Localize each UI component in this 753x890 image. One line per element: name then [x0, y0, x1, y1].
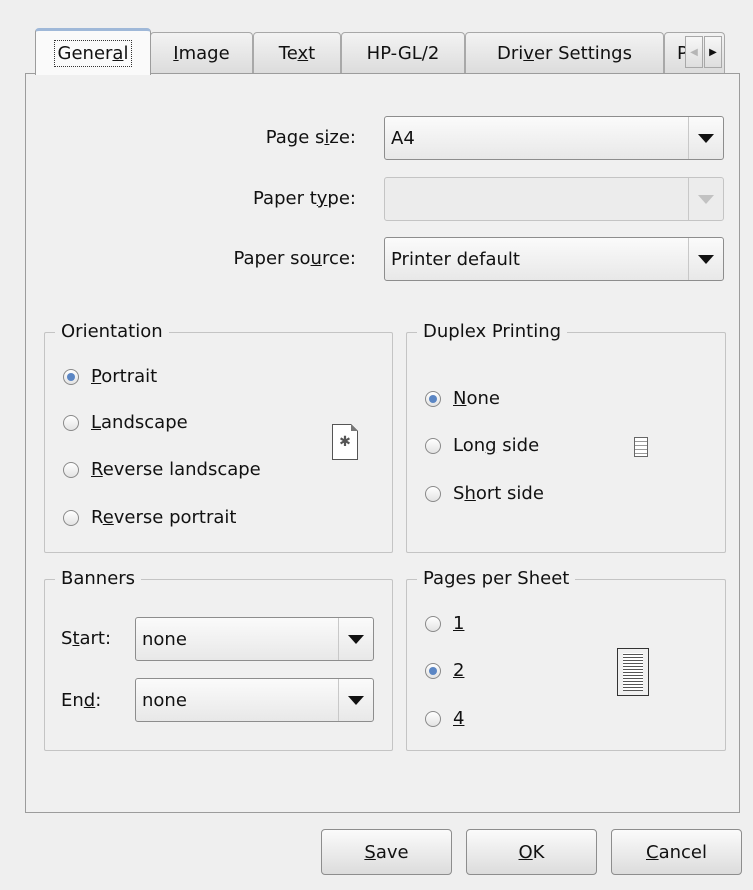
paper-type-select[interactable]	[384, 177, 724, 221]
radio-dot	[425, 437, 441, 454]
duplex-none-radio[interactable]: None	[425, 388, 500, 409]
ok-button-label: OK	[518, 841, 545, 863]
orientation-reverse-landscape-label: Reverse landscape	[91, 459, 261, 480]
general-tab-panel: Page size: A4 Paper type: Paper source: …	[25, 73, 740, 813]
orientation-group: Orientation Portrait Landscape Reverse l…	[44, 321, 393, 553]
tab-scroll-right-button[interactable]: ▶	[704, 36, 722, 68]
chevron-down-icon	[688, 238, 723, 280]
banner-end-select[interactable]: none	[135, 678, 374, 722]
page-size-value: A4	[391, 127, 415, 149]
chevron-right-icon: ▶	[709, 46, 717, 58]
pages-2-radio[interactable]: 2	[425, 660, 464, 681]
page-size-select[interactable]: A4	[384, 116, 724, 160]
orientation-portrait-radio[interactable]: Portrait	[63, 366, 157, 387]
duplex-printing-group: Duplex Printing None Long side Short sid…	[406, 321, 726, 553]
radio-dot	[425, 710, 441, 727]
duplex-none-label: None	[453, 388, 500, 409]
single-page-icon	[634, 437, 648, 457]
tab-bar: General Image Text HP-GL/2 Driver Settin…	[25, 28, 725, 75]
paper-source-value: Printer default	[391, 248, 520, 270]
pages-4-label: 4	[453, 708, 465, 729]
tab-hpgl2-label: HP-GL/2	[366, 42, 440, 64]
radio-dot	[425, 485, 441, 502]
tab-general[interactable]: General	[35, 28, 151, 75]
banners-title: Banners	[55, 568, 142, 589]
pages-4-radio[interactable]: 4	[425, 708, 464, 729]
banners-group: Banners Start: none End: none	[44, 568, 393, 751]
page-size-label: Page size:	[265, 127, 356, 148]
chevron-down-icon	[338, 618, 373, 660]
paper-source-select[interactable]: Printer default	[384, 237, 724, 281]
save-button-label: Save	[364, 841, 409, 863]
tab-scroll-left-button[interactable]: ◀	[685, 36, 703, 68]
pages-per-sheet-title: Pages per Sheet	[417, 568, 576, 589]
banner-start-label: Start:	[61, 628, 112, 649]
pages-1-radio[interactable]: 1	[425, 613, 464, 634]
chevron-down-icon	[338, 679, 373, 721]
duplex-short-side-label: Short side	[453, 483, 544, 504]
banner-end-value: none	[142, 689, 187, 711]
tab-text[interactable]: Text	[253, 32, 341, 73]
chevron-down-icon	[688, 178, 723, 220]
tab-image[interactable]: Image	[150, 32, 253, 73]
orientation-landscape-radio[interactable]: Landscape	[63, 412, 188, 433]
tab-hpgl2[interactable]: HP-GL/2	[341, 32, 465, 73]
orientation-reverse-portrait-radio[interactable]: Reverse portrait	[63, 507, 236, 528]
tab-driver-settings-label: Driver Settings	[497, 42, 632, 64]
radio-dot	[425, 615, 441, 632]
pages-per-sheet-icon	[617, 648, 649, 696]
radio-dot	[63, 461, 79, 478]
orientation-title: Orientation	[55, 321, 169, 342]
tab-image-label: Image	[173, 42, 230, 64]
banner-end-label: End:	[61, 690, 102, 711]
tab-driver-settings[interactable]: Driver Settings	[465, 32, 664, 73]
radio-dot	[425, 390, 441, 407]
tab-general-label: General	[53, 39, 133, 67]
duplex-short-side-radio[interactable]: Short side	[425, 483, 544, 504]
paper-source-label: Paper source:	[233, 248, 356, 269]
pages-per-sheet-group: Pages per Sheet 1 2 4	[406, 568, 726, 751]
banner-start-value: none	[142, 628, 187, 650]
radio-dot	[63, 509, 79, 526]
radio-dot	[425, 662, 441, 679]
chevron-left-icon: ◀	[690, 46, 698, 58]
radio-dot	[63, 368, 79, 385]
orientation-landscape-label: Landscape	[91, 412, 188, 433]
radio-dot	[63, 414, 79, 431]
portrait-page-icon: ✱	[332, 424, 358, 460]
tab-text-label: Text	[278, 42, 316, 64]
pages-2-label: 2	[453, 660, 465, 681]
pages-1-label: 1	[453, 613, 465, 634]
cancel-button[interactable]: Cancel	[611, 829, 742, 875]
duplex-long-side-label: Long side	[453, 435, 540, 456]
paper-type-label: Paper type:	[253, 188, 356, 209]
cancel-button-label: Cancel	[646, 841, 707, 863]
ok-button[interactable]: OK	[466, 829, 597, 875]
duplex-long-side-radio[interactable]: Long side	[425, 435, 539, 456]
duplex-printing-title: Duplex Printing	[417, 321, 568, 342]
orientation-portrait-label: Portrait	[91, 366, 158, 387]
orientation-reverse-landscape-radio[interactable]: Reverse landscape	[63, 459, 261, 480]
chevron-down-icon	[688, 117, 723, 159]
orientation-reverse-portrait-label: Reverse portrait	[91, 507, 237, 528]
save-button[interactable]: Save	[321, 829, 452, 875]
banner-start-select[interactable]: none	[135, 617, 374, 661]
